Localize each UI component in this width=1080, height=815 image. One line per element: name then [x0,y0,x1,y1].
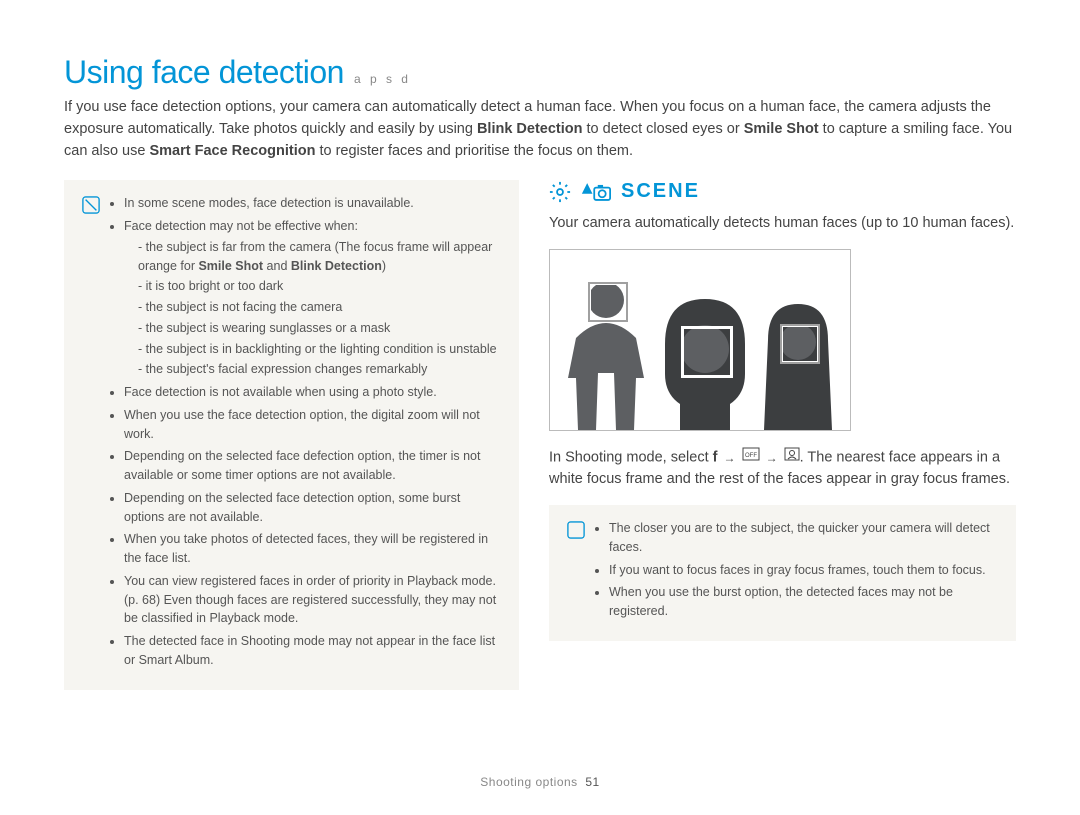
mode-icons-row: SCENE [549,180,1016,203]
face-detect-icon [784,447,800,469]
list-item: Face detection is not available when usi… [124,383,501,402]
page-footer: Shooting options 51 [0,775,1080,789]
camera-up-icon [581,181,611,203]
list-item: Depending on the selected face detection… [124,489,501,527]
list-item: the subject's facial expression changes … [138,360,501,379]
focus-frame-gray [780,324,820,364]
list-item: the subject is in backlighting or the li… [138,340,501,359]
list-item: When you use the burst option, the detec… [609,583,998,621]
scene-label: SCENE [621,180,700,203]
left-notes-list: In some scene modes, face detection is u… [110,194,501,673]
arrow-icon: → [722,451,738,465]
right-notes-list: The closer you are to the subject, the q… [595,519,998,625]
note-icon [82,196,100,214]
sample-illustration [549,249,851,431]
focus-frame-gray [588,282,628,322]
focus-frame-white [681,326,733,378]
list-item: In some scene modes, face detection is u… [124,194,501,213]
list-item: Depending on the selected face defection… [124,447,501,485]
list-item: it is too bright or too dark [138,277,501,296]
list-item: The detected face in Shooting mode may n… [124,632,501,670]
arrow-icon: → [764,451,780,465]
list-item: When you take photos of detected faces, … [124,530,501,568]
list-item: The closer you are to the subject, the q… [609,519,998,557]
instruction-text: In Shooting mode, select f → OFF → . The… [549,447,1016,491]
notes-box-right: The closer you are to the subject, the q… [549,505,1016,641]
intro-paragraph: If you use face detection options, your … [64,97,1016,162]
list-item: the subject is far from the camera (The … [138,238,501,276]
face-off-icon: OFF [742,447,760,469]
svg-text:OFF: OFF [745,453,757,459]
list-item: You can view registered faces in order o… [124,572,501,628]
list-item: the subject is wearing sunglasses or a m… [138,319,501,338]
gear-icon [549,181,571,203]
mode-letters: a p s d [354,72,411,86]
list-item: When you use the face detection option, … [124,406,501,444]
note-icon [567,521,585,539]
list-item: the subject is not facing the camera [138,298,501,317]
page-title: Using face detection [64,54,344,91]
list-item: If you want to focus faces in gray focus… [609,561,998,580]
notes-box-left: In some scene modes, face detection is u… [64,180,519,689]
detect-description: Your camera automatically detects human … [549,213,1016,235]
list-item: Face detection may not be effective when… [124,217,501,379]
